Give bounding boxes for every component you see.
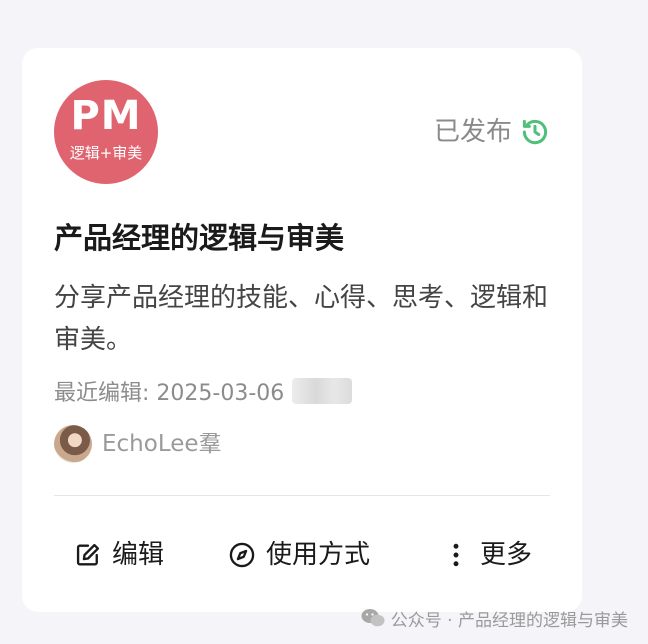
logo-text-main: PM: [70, 93, 142, 139]
compass-icon: [229, 542, 255, 568]
author-name: EchoLee羣: [102, 431, 222, 457]
usage-button[interactable]: 使用方式: [228, 533, 370, 577]
logo-avatar: PM 逻辑+审美: [54, 80, 158, 184]
author[interactable]: EchoLee羣: [54, 425, 222, 463]
edit-icon: [76, 543, 100, 566]
more-button-label: 更多: [480, 540, 533, 570]
watermark-text: 公众号 · 产品经理的逻辑与审美: [390, 610, 628, 631]
logo-text-sub: 逻辑+审美: [69, 144, 143, 162]
gpt-card: PM 逻辑+审美 已发布 产品经理的逻辑与审美 分享产品经理的技能、心得、思考、…: [22, 48, 582, 612]
edit-button-label: 编辑: [112, 540, 165, 570]
history-icon[interactable]: [520, 117, 550, 147]
action-bar: 编辑 使用方式 更多: [22, 533, 582, 577]
last-edited-text: 最近编辑: 2025-03-06: [54, 381, 285, 406]
last-edited: 最近编辑: 2025-03-06: [54, 374, 353, 408]
redacted-time: [292, 378, 353, 404]
description: 分享产品经理的技能、心得、思考、逻辑和审美。: [54, 283, 549, 355]
publish-status-label: 已发布: [433, 117, 512, 147]
usage-button-label: 使用方式: [266, 540, 371, 570]
edit-button[interactable]: 编辑: [74, 533, 164, 577]
publish-status: 已发布: [434, 116, 550, 148]
page-title: 产品经理的逻辑与审美: [54, 221, 345, 255]
watermark: 公众号 · 产品经理的逻辑与审美: [361, 604, 628, 632]
more-button[interactable]: 更多: [442, 533, 532, 577]
author-avatar: [54, 425, 92, 463]
wechat-icon: [361, 609, 385, 627]
more-vertical-icon: [453, 543, 459, 567]
divider: [54, 495, 550, 496]
